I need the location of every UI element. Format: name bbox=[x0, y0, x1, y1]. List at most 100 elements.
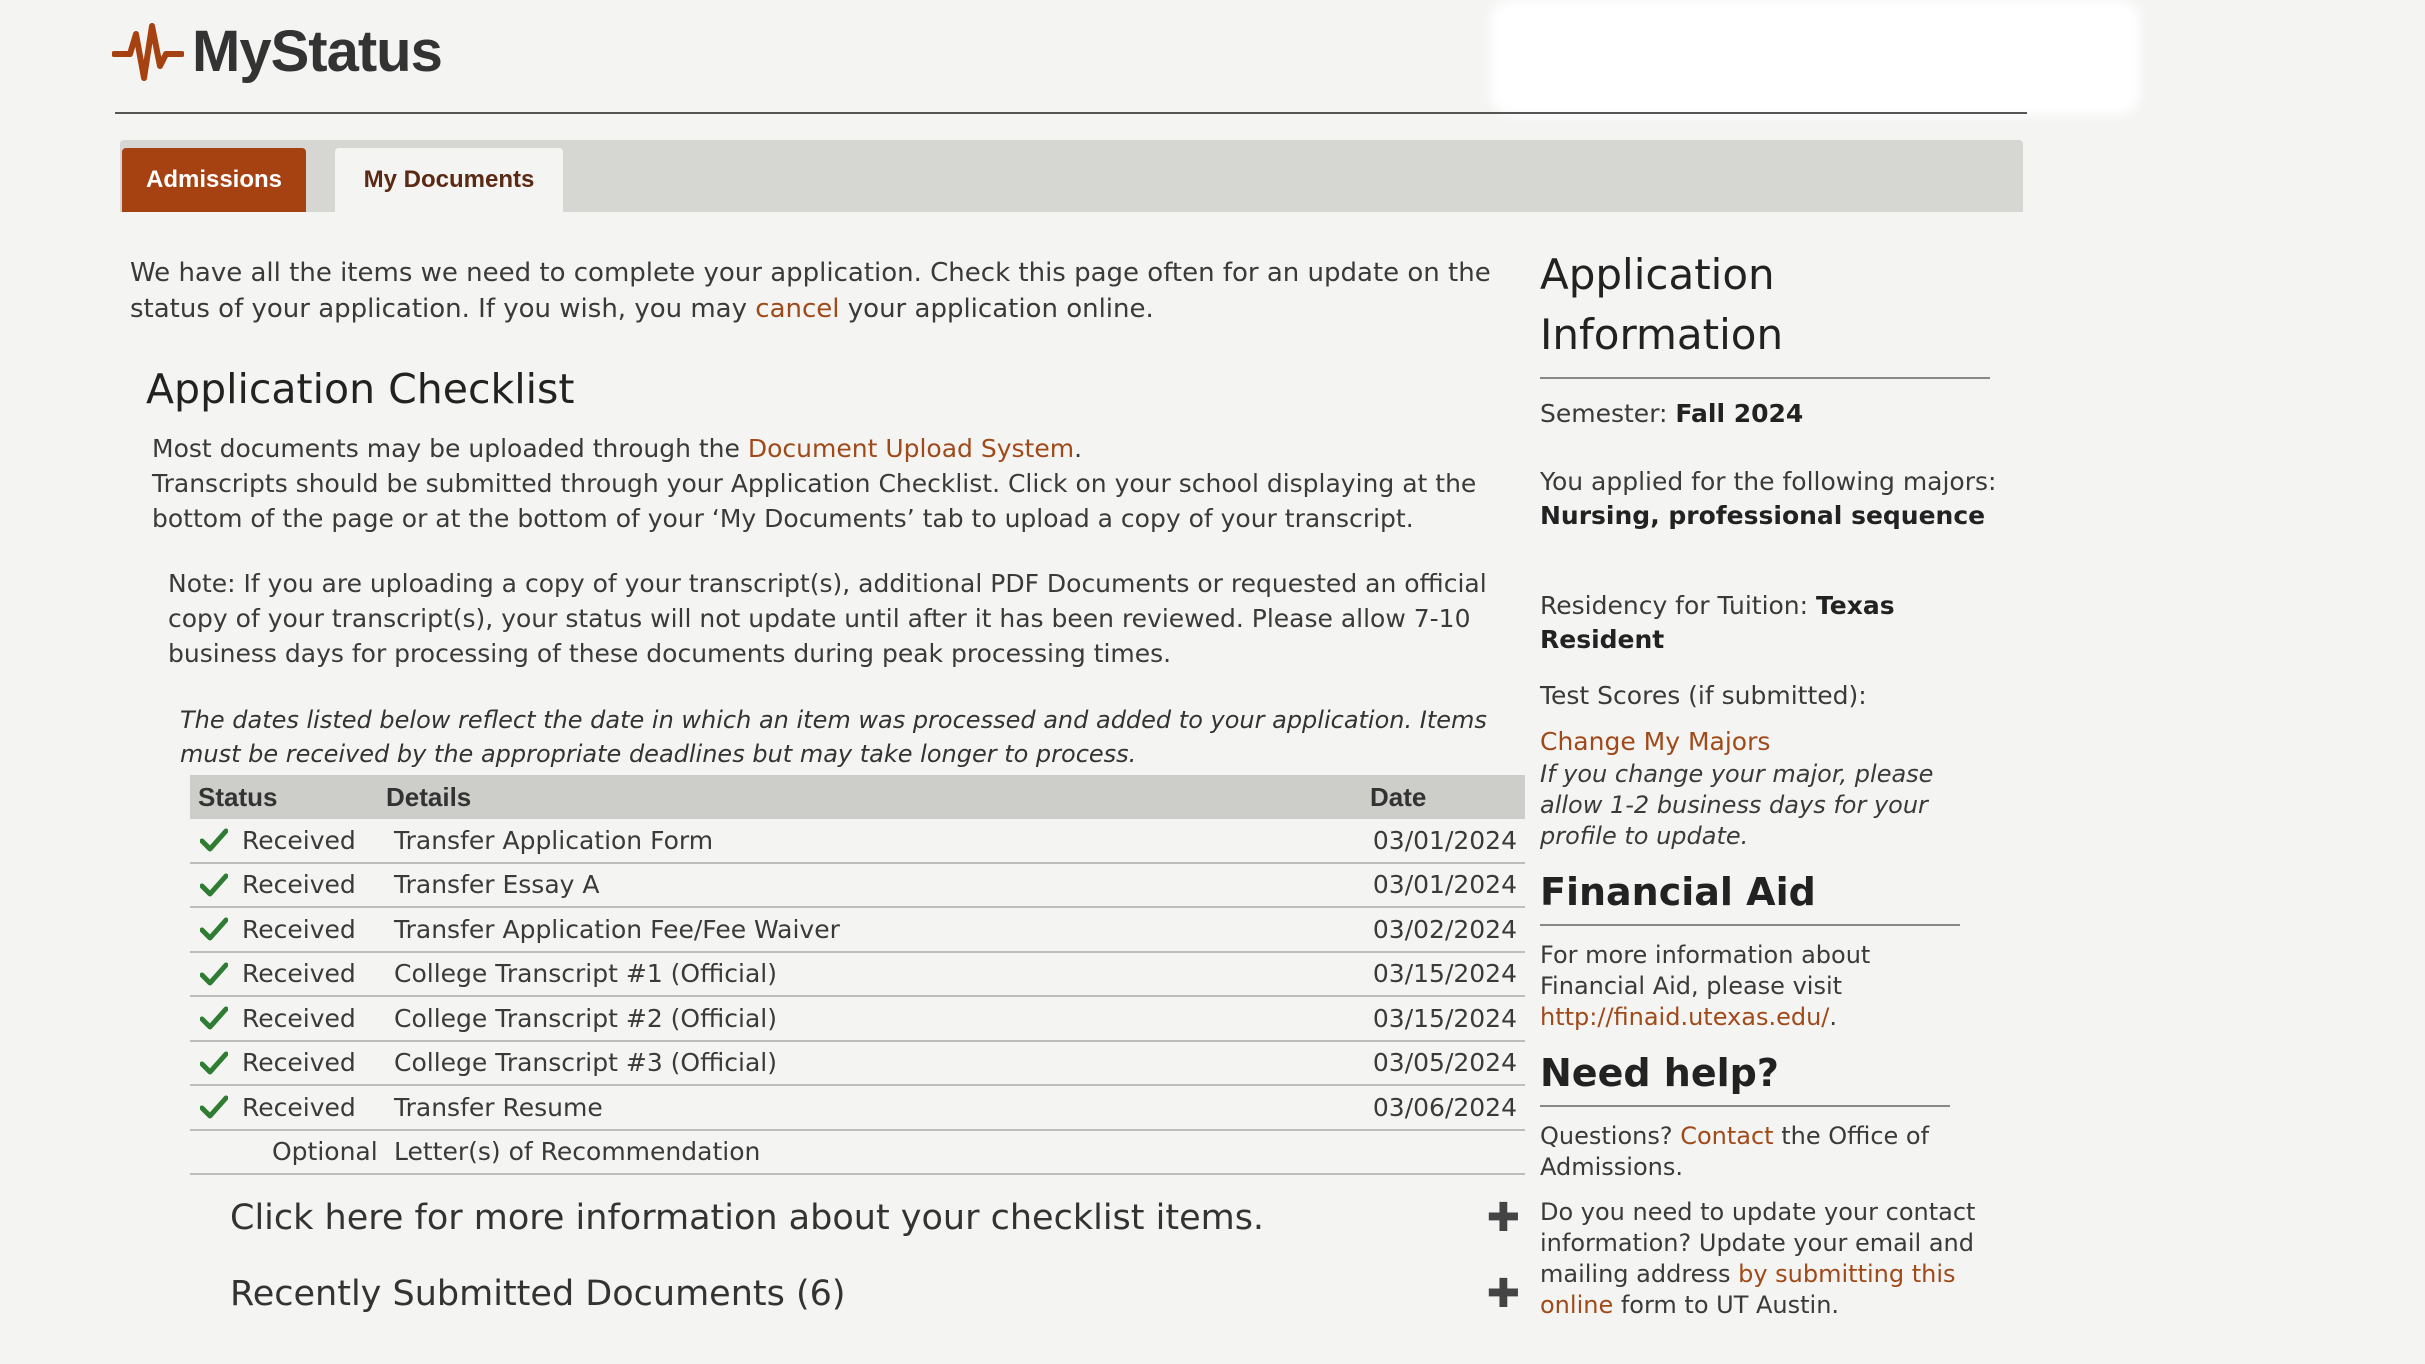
status-cell: Received bbox=[190, 826, 390, 855]
contact-link[interactable]: Contact bbox=[1680, 1122, 1773, 1150]
date-cell: 03/02/2024 bbox=[1372, 914, 1517, 944]
tab-bar: Admissions My Documents bbox=[120, 140, 2023, 212]
status-text: Received bbox=[242, 1048, 356, 1078]
status-cell: Received bbox=[190, 1048, 390, 1077]
details-cell: College Transcript #1 (Official) bbox=[394, 959, 777, 989]
heartbeat-logo-icon bbox=[112, 22, 184, 81]
date-cell: 03/01/2024 bbox=[1372, 870, 1517, 900]
upload-text-before: Most documents may be uploaded through t… bbox=[152, 434, 748, 463]
tab-admissions[interactable]: Admissions bbox=[122, 148, 306, 212]
update-text-after: form to UT Austin. bbox=[1613, 1291, 1840, 1319]
date-cell: 03/01/2024 bbox=[1372, 825, 1517, 855]
checklist-table: Status Details Date Received Transfer Ap… bbox=[190, 775, 1525, 1175]
date-cell: 03/15/2024 bbox=[1372, 959, 1517, 989]
column-header-date: Date bbox=[1370, 781, 1427, 812]
application-information-heading: Application Information bbox=[1540, 250, 1784, 359]
sidebar-divider bbox=[1540, 924, 1960, 926]
expand-plus-icon[interactable]: ✚ bbox=[1486, 1271, 1520, 1317]
checkmark-icon bbox=[200, 917, 228, 941]
residency-label: Residency for Tuition: bbox=[1540, 591, 1817, 620]
recent-documents-label[interactable]: Recently Submitted Documents (6) bbox=[230, 1274, 846, 1314]
tab-my-documents[interactable]: My Documents bbox=[335, 148, 563, 212]
checklist-info-expander[interactable]: Click here for more information about yo… bbox=[230, 1195, 1520, 1241]
test-scores-label: Test Scores (if submitted): bbox=[1540, 681, 1867, 710]
status-cell: Received bbox=[190, 915, 390, 944]
checklist-info-label[interactable]: Click here for more information about yo… bbox=[230, 1198, 1264, 1238]
residency-line: Residency for Tuition: Texas Resident bbox=[1540, 589, 1940, 657]
need-help-heading: Need help? bbox=[1540, 1051, 1779, 1095]
semester-line: Semester: Fall 2024 bbox=[1540, 397, 2020, 431]
upload-instructions: Most documents may be uploaded through t… bbox=[152, 431, 1520, 536]
financial-aid-heading: Financial Aid bbox=[1540, 870, 1816, 914]
table-header: Status Details Date bbox=[190, 775, 1525, 819]
financial-aid-text: For more information about Financial Aid… bbox=[1540, 940, 1880, 1033]
status-text: Received bbox=[242, 959, 356, 989]
checkmark-icon bbox=[200, 1095, 228, 1119]
table-row: Received Transfer Essay A 03/01/2024 bbox=[190, 864, 1525, 908]
semester-value: Fall 2024 bbox=[1675, 399, 1804, 428]
recent-documents-expander[interactable]: Recently Submitted Documents (6) ✚ bbox=[230, 1271, 1520, 1317]
questions-text: Questions? Contact the Office of Admissi… bbox=[1540, 1121, 1980, 1183]
redacted-user-info bbox=[1490, 0, 2140, 115]
checkmark-icon bbox=[200, 828, 228, 852]
table-row: Received College Transcript #3 (Official… bbox=[190, 1042, 1525, 1086]
expand-plus-icon[interactable]: ✚ bbox=[1486, 1195, 1520, 1241]
checkmark-icon bbox=[200, 1006, 228, 1030]
change-majors-line: Change My Majors bbox=[1540, 725, 2020, 759]
main-content: We have all the items we need to complet… bbox=[130, 255, 1525, 1317]
status-cell: Received bbox=[190, 1093, 390, 1122]
details-cell: Transfer Application Fee/Fee Waiver bbox=[394, 914, 840, 944]
upload-text: Most documents may be uploaded through t… bbox=[152, 431, 1520, 466]
financial-aid-text-before: For more information about Financial Aid… bbox=[1540, 941, 1871, 1000]
details-cell: Transfer Application Form bbox=[394, 825, 714, 855]
document-upload-system-link[interactable]: Document Upload System bbox=[748, 434, 1074, 463]
update-contact-text: Do you need to update your contact infor… bbox=[1540, 1197, 1980, 1321]
status-cell: Received bbox=[190, 959, 390, 988]
status-text: Received bbox=[242, 870, 356, 900]
finaid-link[interactable]: http://finaid.utexas.edu/ bbox=[1540, 1003, 1829, 1031]
table-row: Optional Letter(s) of Recommendation bbox=[190, 1131, 1525, 1175]
status-text: Received bbox=[242, 1092, 356, 1122]
table-row: Received Transfer Application Fee/Fee Wa… bbox=[190, 908, 1525, 953]
table-row: Received Transfer Application Form 03/01… bbox=[190, 819, 1525, 864]
table-row: Received Transfer Resume 03/06/2024 bbox=[190, 1086, 1525, 1131]
details-cell: Letter(s) of Recommendation bbox=[394, 1137, 761, 1167]
cancel-link[interactable]: cancel bbox=[755, 294, 839, 324]
date-cell: 03/05/2024 bbox=[1372, 1048, 1517, 1078]
financial-aid-text-after: . bbox=[1829, 1003, 1838, 1031]
status-cell: Received bbox=[190, 870, 390, 899]
transcripts-text: Transcripts should be submitted through … bbox=[152, 469, 1477, 533]
intro-text: We have all the items we need to complet… bbox=[130, 255, 1520, 327]
column-header-details: Details bbox=[386, 781, 472, 812]
details-cell: Transfer Essay A bbox=[394, 870, 600, 900]
status-cell: Optional bbox=[190, 1137, 390, 1166]
upload-text-after: . bbox=[1074, 434, 1083, 463]
details-cell: Transfer Resume bbox=[394, 1092, 603, 1122]
semester-label: Semester: bbox=[1540, 399, 1676, 428]
app-header: MyStatus bbox=[112, 18, 443, 85]
checkmark-icon bbox=[200, 873, 228, 897]
checkmark-icon bbox=[200, 962, 228, 986]
change-my-majors-link[interactable]: Change My Majors bbox=[1540, 727, 1770, 756]
sidebar: Application Information Semester: Fall 2… bbox=[1540, 245, 2020, 1321]
checkmark-icon bbox=[200, 1051, 228, 1075]
dates-note: The dates listed below reflect the date … bbox=[180, 706, 1487, 768]
header-divider bbox=[115, 112, 2027, 114]
table-row: Received College Transcript #1 (Official… bbox=[190, 953, 1525, 997]
sidebar-divider bbox=[1540, 1105, 1950, 1107]
date-cell: 03/06/2024 bbox=[1372, 1092, 1517, 1122]
details-cell: College Transcript #3 (Official) bbox=[394, 1048, 777, 1078]
intro-text-after: your application online. bbox=[839, 294, 1154, 324]
majors-value: Nursing, professional sequence bbox=[1540, 501, 1986, 530]
column-header-status: Status bbox=[198, 781, 278, 812]
app-title: MyStatus bbox=[192, 19, 443, 84]
status-text: Received bbox=[242, 1003, 356, 1033]
status-cell: Received bbox=[190, 1004, 390, 1033]
details-cell: College Transcript #2 (Official) bbox=[394, 1003, 777, 1033]
sidebar-divider bbox=[1540, 377, 1990, 379]
date-cell: 03/15/2024 bbox=[1372, 1003, 1517, 1033]
status-text: Optional bbox=[272, 1137, 378, 1167]
checklist-heading: Application Checklist bbox=[146, 365, 575, 413]
status-text: Received bbox=[242, 914, 356, 944]
majors-label: You applied for the following majors: bbox=[1540, 467, 1997, 496]
